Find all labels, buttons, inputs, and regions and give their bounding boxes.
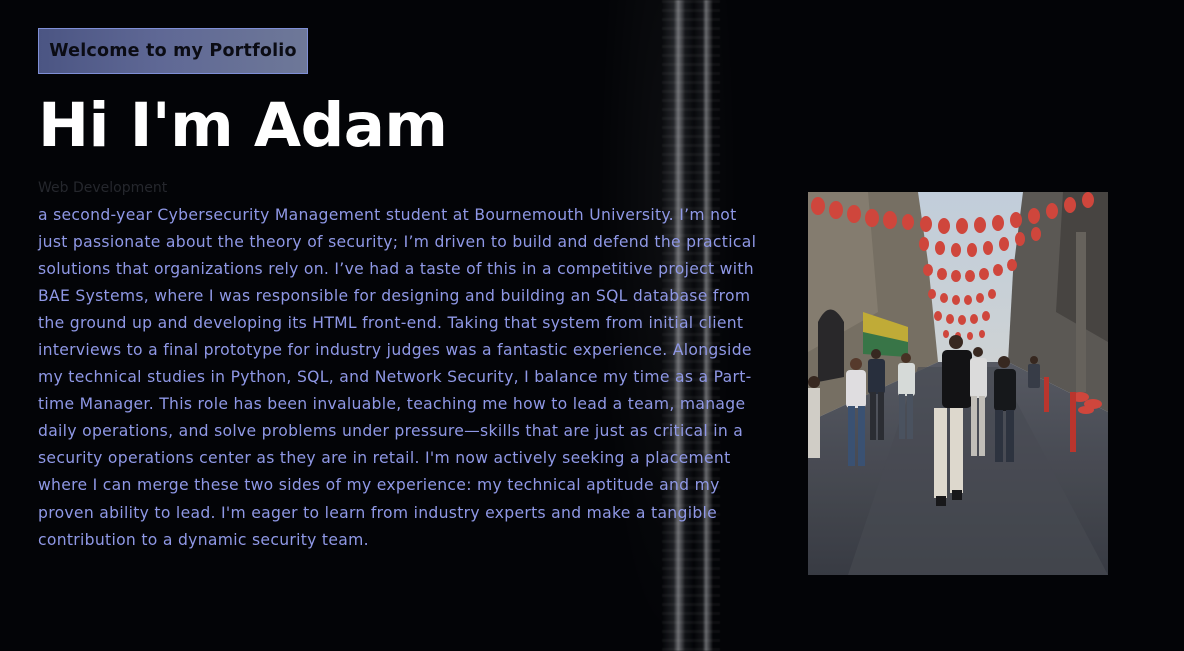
profile-photo: [808, 192, 1108, 575]
hero-title: Hi I'm Adam: [38, 90, 448, 161]
welcome-badge: Welcome to my Portfolio: [38, 28, 308, 74]
hero-subtitle: Web Development: [38, 180, 168, 196]
about-bio: a second-year Cybersecurity Management s…: [38, 206, 757, 549]
street-photo-illustration: [808, 192, 1108, 575]
welcome-badge-label: Welcome to my Portfolio: [49, 41, 297, 61]
